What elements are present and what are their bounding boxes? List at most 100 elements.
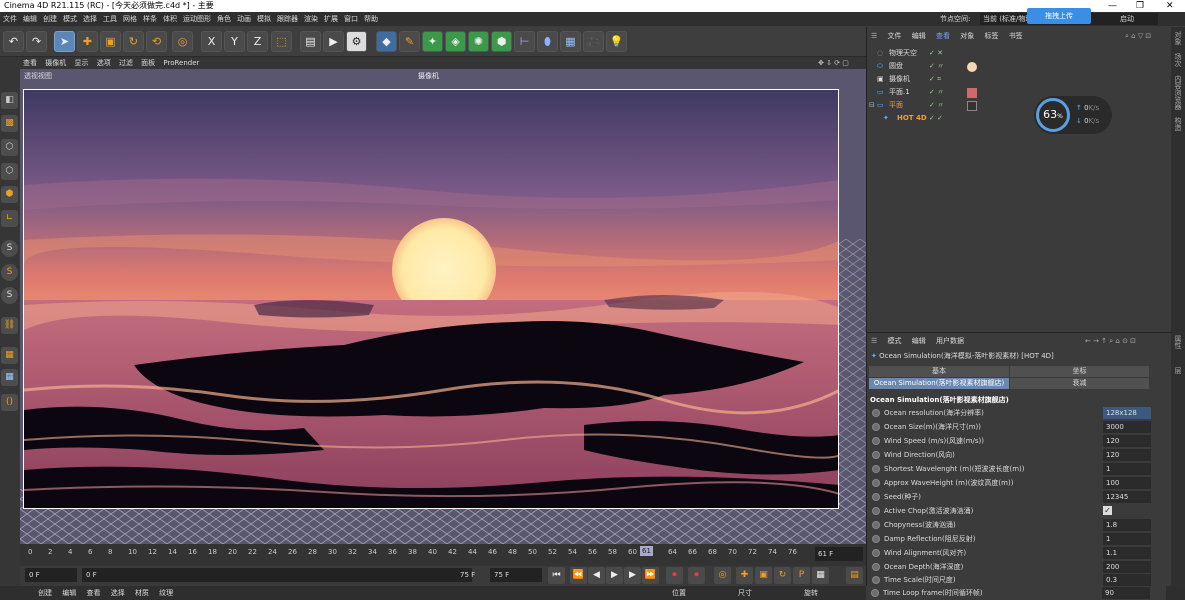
menu-item-6[interactable]: 网格 (120, 12, 140, 26)
param-value[interactable]: 120 (1103, 435, 1151, 447)
redo-icon[interactable]: ↷ (26, 31, 47, 52)
menu-item-3[interactable]: 模式 (60, 12, 80, 26)
keyframe-dot-icon[interactable] (872, 535, 880, 543)
keyframe-selection-icon[interactable]: ◎ (714, 567, 731, 584)
attr-menu-userdata[interactable]: 用户数据 (932, 335, 968, 347)
vp-menu-options[interactable]: 选项 (94, 57, 114, 69)
material-tag-icon[interactable] (967, 88, 977, 98)
attr-menu-mode[interactable]: 模式 (884, 335, 906, 347)
lock-icon[interactable]: ⛓ (1, 317, 18, 334)
upload-button[interactable]: 拖拽上传 (1027, 8, 1091, 24)
param-value[interactable]: 200 (1103, 561, 1151, 573)
menu-item-0[interactable]: 文件 (0, 12, 20, 26)
attr-menu-edit[interactable]: 编辑 (908, 335, 930, 347)
timeline-ruler[interactable]: 0 2 4 6 8 10 12 14 16 18 20 22 24 26 28 … (28, 544, 830, 562)
select-tool-icon[interactable]: ➤ (54, 31, 75, 52)
menu-lines-icon[interactable]: ☰ (867, 335, 881, 347)
side-tab-takes[interactable]: 场次 (1173, 53, 1183, 67)
floor-icon[interactable]: ▦ (560, 31, 581, 52)
keyframe-dot-icon[interactable] (872, 437, 880, 445)
render-settings-icon[interactable]: ⚙ (346, 31, 367, 52)
param-value[interactable]: 120 (1103, 449, 1151, 461)
obj-menu-file[interactable]: 文件 (884, 30, 906, 42)
tab-ocean-simulation[interactable]: Ocean Simulation(落叶影视素材旗舰店) (869, 378, 1009, 389)
object-row[interactable]: ✦ HOT 4D ✓ ✓ (867, 112, 1172, 125)
param-value[interactable]: 12345 (1103, 491, 1151, 503)
keyframe-dot-icon[interactable] (872, 563, 880, 571)
bracket-icon[interactable]: () (1, 394, 18, 411)
edges-mode-icon[interactable]: ⬡ (1, 163, 18, 180)
snap-icon[interactable]: S (1, 240, 18, 257)
menu-item-12[interactable]: 模拟 (254, 12, 274, 26)
rotate-tool-icon[interactable]: ↻ (123, 31, 144, 52)
go-start-icon[interactable]: ⏮ (548, 567, 565, 584)
side-tab-content-browser[interactable]: 内容浏览器 (1173, 75, 1183, 110)
param-value[interactable]: 1 (1103, 463, 1151, 475)
key-pla-icon[interactable]: ▦ (812, 567, 829, 584)
viewport-nav-icons[interactable]: ✥ ⇩ ⟳ ▢ (815, 57, 852, 69)
menu-item-7[interactable]: 样条 (140, 12, 160, 26)
object-row[interactable]: ◌ 物理天空 ✓ ✕ (867, 47, 1172, 60)
tab-falloff[interactable]: 衰减 (1010, 378, 1149, 389)
obj-menu-view[interactable]: 查看 (932, 30, 954, 42)
vp-menu-panel[interactable]: 面板 (138, 57, 158, 69)
object-row[interactable]: ▭ 平面.1 ✓ 〃 (867, 86, 1172, 99)
obj-menu-object[interactable]: 对象 (956, 30, 978, 42)
menu-item-13[interactable]: 跟踪器 (274, 12, 301, 26)
timeline-window-icon[interactable]: ▤ (846, 567, 863, 584)
start-frame-field[interactable]: 0 F (25, 568, 77, 582)
collapse-icon[interactable]: ⊟ (869, 99, 875, 112)
cloner-icon[interactable]: ◈ (445, 31, 466, 52)
key-position-icon[interactable]: ✚ (736, 567, 753, 584)
keyframe-dot-icon[interactable] (872, 423, 880, 431)
undo-icon[interactable]: ↶ (3, 31, 24, 52)
keyframe-dot-icon[interactable] (872, 451, 880, 459)
vp-menu-prorender[interactable]: ProRender (160, 57, 202, 69)
y-axis-icon[interactable]: Y (224, 31, 245, 52)
render-view-icon[interactable]: ▶ (323, 31, 344, 52)
pen-icon[interactable]: ✎ (399, 31, 420, 52)
vp-menu-filter[interactable]: 过滤 (116, 57, 136, 69)
play-icon[interactable]: ▶ (606, 567, 623, 584)
material-menu-view[interactable]: 查看 (82, 586, 104, 600)
menu-item-10[interactable]: 角色 (214, 12, 234, 26)
key-scale-icon[interactable]: ▣ (755, 567, 772, 584)
param-value[interactable]: 3000 (1103, 421, 1151, 433)
tab-coordinates[interactable]: 坐标 (1010, 366, 1149, 377)
menu-item-9[interactable]: 运动图形 (180, 12, 214, 26)
menu-item-14[interactable]: 渲染 (301, 12, 321, 26)
menu-item-16[interactable]: 窗口 (341, 12, 361, 26)
z-axis-icon[interactable]: Z (247, 31, 268, 52)
field-icon[interactable]: ⬮ (537, 31, 558, 52)
x-axis-icon[interactable]: X (201, 31, 222, 52)
menu-lines-icon[interactable]: ☰ (867, 30, 881, 42)
current-frame-field[interactable]: 61 F (815, 547, 863, 561)
vp-menu-view[interactable]: 查看 (20, 57, 40, 69)
make-editable-icon[interactable]: ◧ (1, 92, 18, 109)
cube-icon[interactable]: ◆ (376, 31, 397, 52)
recent-tool-icon[interactable]: ⟲ (146, 31, 167, 52)
end-frame-field[interactable]: 75 F (490, 568, 542, 582)
keyframe-dot-icon[interactable] (872, 549, 880, 557)
timeline[interactable]: 0 2 4 6 8 10 12 14 16 18 20 22 24 26 28 … (20, 544, 866, 566)
nav-back-icon[interactable]: ← → ↑ ⌕ ⌂ ⊙ ⊡ (1081, 335, 1140, 347)
viewport-solo-icon[interactable]: ▦ (1, 369, 18, 386)
next-key-icon[interactable]: ⏩ (642, 567, 659, 584)
axis-mode-icon[interactable]: ∟ (1, 210, 18, 227)
fracture-icon[interactable]: ⬢ (491, 31, 512, 52)
snap-settings-icon[interactable]: S (1, 264, 18, 281)
menu-item-11[interactable]: 动画 (234, 12, 254, 26)
param-value[interactable]: 100 (1103, 477, 1151, 489)
tab-basic[interactable]: 基本 (869, 366, 1009, 377)
record-icon[interactable]: ⏺ (666, 567, 683, 584)
scale-tool-icon[interactable]: ▣ (100, 31, 121, 52)
material-tag-icon[interactable] (967, 62, 977, 72)
next-frame-icon[interactable]: ▶ (624, 567, 641, 584)
keyframe-dot-icon[interactable] (872, 493, 880, 501)
object-row[interactable]: ⊟ ▭ 平面 ✓ 〃 (867, 99, 1172, 112)
material-menu-edit[interactable]: 编辑 (58, 586, 80, 600)
side-tab-attributes[interactable]: 属性 (1173, 335, 1183, 349)
polygons-mode-icon[interactable]: ⬢ (1, 186, 18, 203)
side-tab-layers[interactable]: 层 (1173, 367, 1183, 374)
keyframe-dot-icon[interactable] (872, 409, 880, 417)
